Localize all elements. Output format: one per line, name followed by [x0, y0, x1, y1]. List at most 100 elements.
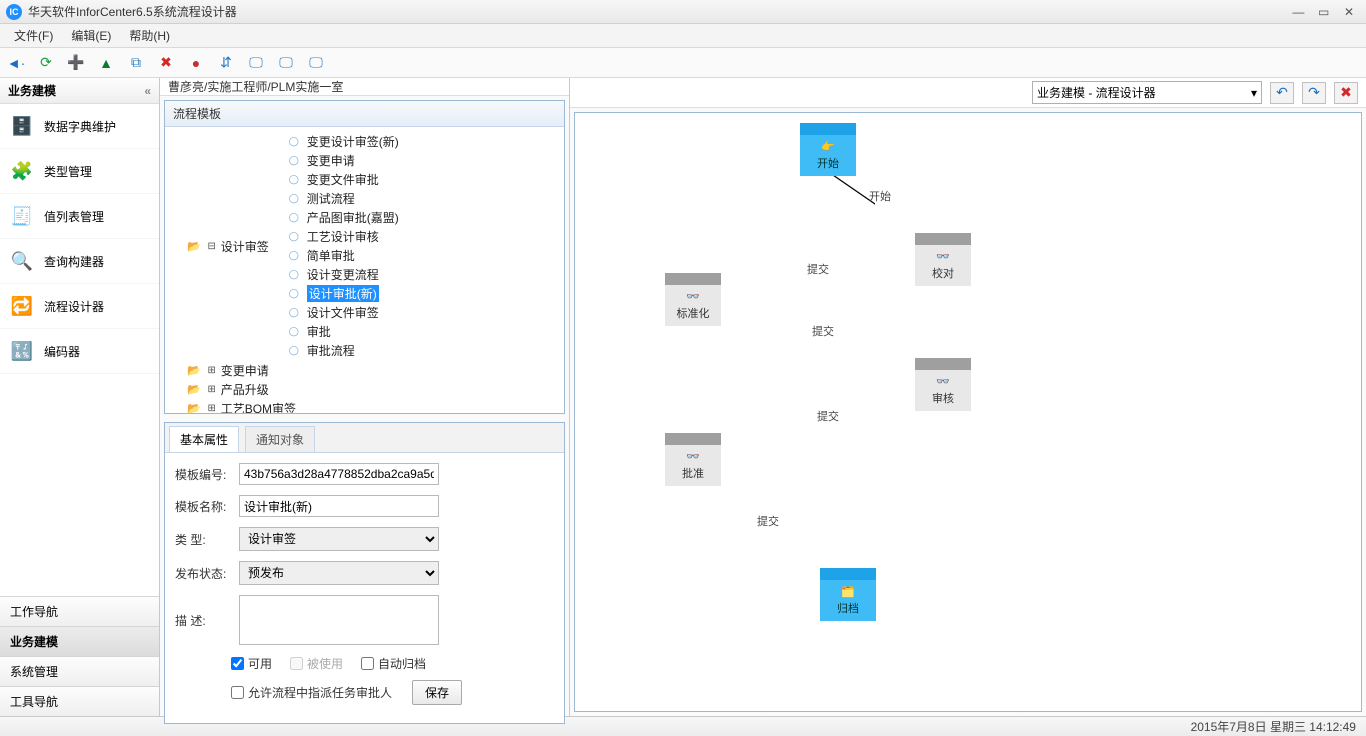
tree-leaf[interactable]: 设计文件审签 [289, 303, 399, 322]
template-tree[interactable]: ⊟设计审签 变更设计审签(新)变更申请变更文件审批测试流程产品图审批(嘉盟)工艺… [165, 127, 564, 413]
tree-leaf[interactable]: 变更设计审签(新) [289, 132, 399, 151]
minimize-button[interactable]: — [1287, 5, 1309, 19]
monitor3-icon[interactable]: 🖵 [306, 53, 326, 73]
collapse-icon[interactable]: « [144, 84, 151, 98]
glasses-icon: 👓 [665, 289, 721, 303]
nav-label: 编码器 [44, 343, 80, 360]
refresh-icon[interactable]: ⟳ [36, 53, 56, 73]
label-template-id: 模板编号: [175, 466, 235, 483]
select-type[interactable]: 设计审签 [239, 527, 439, 551]
input-template-name[interactable] [239, 495, 439, 517]
sort-icon[interactable]: ⇵ [216, 53, 236, 73]
cycle-icon: 🔁 [8, 294, 36, 318]
glasses-icon: 👓 [915, 249, 971, 263]
flow-node-biaozhunhua[interactable]: 👓标准化 [665, 273, 721, 326]
menu-help[interactable]: 帮助(H) [121, 25, 178, 46]
chk-allow-assign[interactable]: 允许流程中指派任务审批人 [231, 684, 392, 701]
select-status[interactable]: 预发布 [239, 561, 439, 585]
stack-sys-mgmt[interactable]: 系统管理 [0, 656, 159, 686]
glasses-icon: 👓 [915, 374, 971, 388]
middle-column: 曹彦亮/实施工程师/PLM实施一室 流程模板 ⊟设计审签 变更设计审签(新)变更… [160, 78, 570, 716]
tree-folder[interactable]: ⊞变更申请 [187, 361, 558, 380]
stack-tool-nav[interactable]: 工具导航 [0, 686, 159, 716]
archive-icon: 🗂️ [820, 584, 876, 598]
close-button[interactable]: ✕ [1338, 5, 1360, 19]
flow-node-jiaodui[interactable]: 👓校对 [915, 233, 971, 286]
menu-file[interactable]: 文件(F) [6, 25, 61, 46]
tree-leaf[interactable]: 设计变更流程 [289, 265, 399, 284]
nav-item-data-dict[interactable]: 🗄️ 数据字典维护 [0, 104, 159, 149]
stack-biz-model[interactable]: 业务建模 [0, 626, 159, 656]
start-icon: 👉 [800, 139, 856, 153]
tree-leaf[interactable]: 变更申请 [289, 151, 399, 170]
chk-auto[interactable]: 自动归档 [361, 655, 426, 672]
label-desc: 描 述: [175, 612, 235, 629]
flow-node-pizhun[interactable]: 👓批准 [665, 433, 721, 486]
left-nav-items: 🗄️ 数据字典维护 🧩 类型管理 🧾值列表管理 🔍查询构建器 🔁 流程设计器 🔣 编码器 [0, 104, 159, 596]
nav-item-flow-designer[interactable]: 🔁 流程设计器 [0, 284, 159, 329]
undo-button[interactable]: ↶ [1270, 82, 1294, 104]
flow-node-shenhe[interactable]: 👓审核 [915, 358, 971, 411]
redo-button[interactable]: ↷ [1302, 82, 1326, 104]
flow-canvas[interactable]: 👉开始 👓校对 👓标准化 👓审核 👓批准 🗂️归档 开始 [575, 113, 1361, 711]
tree-folder[interactable]: ⊞工艺BOM审签 [187, 399, 558, 413]
delete-button[interactable]: ✖ [1334, 82, 1358, 104]
property-tabs: 基本属性 通知对象 [165, 423, 564, 453]
tab-basic[interactable]: 基本属性 [169, 426, 239, 452]
nav-item-value-list[interactable]: 🧾值列表管理 [0, 194, 159, 239]
menu-bar: 文件(F) 编辑(E) 帮助(H) [0, 24, 1366, 48]
tree-leaf[interactable]: 变更文件审批 [289, 170, 399, 189]
save-button[interactable]: 保存 [412, 680, 462, 705]
maximize-button[interactable]: ▭ [1313, 5, 1335, 19]
flow-node-guidang[interactable]: 🗂️归档 [820, 568, 876, 621]
textarea-desc[interactable] [239, 595, 439, 645]
add-icon[interactable]: ➕ [66, 53, 86, 73]
code-icon: 🔣 [8, 339, 36, 363]
label-status: 发布状态: [175, 565, 235, 582]
flow-node-start[interactable]: 👉开始 [800, 123, 856, 176]
delete-icon[interactable]: ✖ [156, 53, 176, 73]
tree-leaf[interactable]: 工艺设计审核 [289, 227, 399, 246]
tree-leaf[interactable]: 产品图审批(嘉盟) [289, 208, 399, 227]
record-icon[interactable]: ● [186, 53, 206, 73]
copy-icon[interactable]: ⧉ [126, 53, 146, 73]
nav-label: 流程设计器 [44, 298, 104, 315]
triangle-up-icon[interactable]: ▲ [96, 53, 116, 73]
chk-enable[interactable]: 可用 [231, 655, 272, 672]
menu-edit[interactable]: 编辑(E) [63, 25, 119, 46]
tree-root[interactable]: ⊟设计审签 变更设计审签(新)变更申请变更文件审批测试流程产品图审批(嘉盟)工艺… [187, 131, 558, 361]
property-form: 模板编号: 模板名称: 类 型: 设计审签 发布状态: 预发布 描 述: [165, 453, 564, 723]
input-template-id[interactable] [239, 463, 439, 485]
nav-label: 类型管理 [44, 163, 92, 180]
monitor2-icon[interactable]: 🖵 [276, 53, 296, 73]
tree-leaf[interactable]: 设计审批(新) [289, 284, 399, 303]
view-combo[interactable]: 业务建模 - 流程设计器 ▾ [1032, 81, 1262, 104]
chevron-down-icon: ▾ [1251, 86, 1257, 100]
edge-label: 提交 [805, 261, 831, 277]
tab-notify[interactable]: 通知对象 [245, 426, 315, 452]
tree-leaf[interactable]: 测试流程 [289, 189, 399, 208]
monitor1-icon[interactable]: 🖵 [246, 53, 266, 73]
database-icon: 🗄️ [8, 114, 36, 138]
tree-leaf[interactable]: 简单审批 [289, 246, 399, 265]
nav-label: 数据字典维护 [44, 118, 116, 135]
puzzle-icon: 🧩 [8, 159, 36, 183]
left-nav-header: 业务建模 « [0, 78, 159, 104]
breadcrumb-row: 曹彦亮/实施工程师/PLM实施一室 [160, 78, 569, 96]
right-column: 业务建模 - 流程设计器 ▾ ↶ ↷ ✖ [570, 78, 1366, 716]
stack-work-nav[interactable]: 工作导航 [0, 596, 159, 626]
app-icon: IC [6, 4, 22, 20]
nav-item-query-builder[interactable]: 🔍查询构建器 [0, 239, 159, 284]
right-toolbar: 业务建模 - 流程设计器 ▾ ↶ ↷ ✖ [570, 78, 1366, 108]
nav-item-encoder[interactable]: 🔣 编码器 [0, 329, 159, 374]
nav-label: 值列表管理 [44, 208, 104, 225]
tree-leaf[interactable]: 审批 [289, 322, 399, 341]
main-area: 业务建模 « 🗄️ 数据字典维护 🧩 类型管理 🧾值列表管理 🔍查询构建器 🔁 流程设… [0, 78, 1366, 716]
combo-text: 业务建模 - 流程设计器 [1037, 84, 1156, 101]
edge-label: 提交 [755, 513, 781, 529]
back-icon[interactable]: ◄· [6, 53, 26, 73]
tree-leaf[interactable]: 审批流程 [289, 341, 399, 360]
label-type: 类 型: [175, 531, 235, 548]
nav-item-type-mgmt[interactable]: 🧩 类型管理 [0, 149, 159, 194]
tree-folder[interactable]: ⊞产品升级 [187, 380, 558, 399]
